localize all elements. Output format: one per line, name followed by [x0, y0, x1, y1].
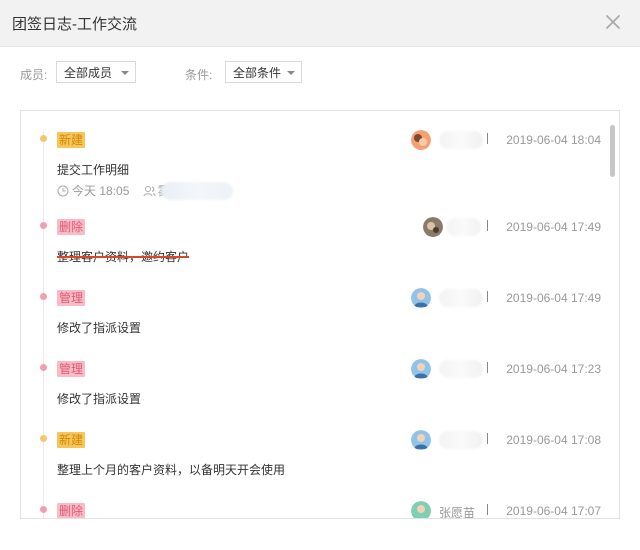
entry-time: 2019-06-04 17:49 — [506, 291, 601, 305]
entry-meta: 今天 18:05 雾 — [57, 182, 170, 199]
blurred-user-name — [439, 289, 483, 307]
timeline-dot — [40, 293, 47, 300]
blurred-user-name — [439, 431, 483, 449]
tag-delete: 删除 — [57, 219, 86, 235]
log-entry: 管理 2019-06-04 17:49 修改了指派设置 — [21, 284, 619, 356]
separator — [487, 220, 488, 231]
separator — [487, 433, 488, 444]
log-entry: 删除 张愿苗 2019-06-04 17:07 — [21, 497, 619, 519]
people-icon — [143, 186, 156, 197]
clock-icon — [57, 185, 69, 197]
team-log-dialog: 团签日志-工作交流 成员: 全部成员 条件: 全部条件 新建 2019-06-0… — [0, 0, 640, 550]
entry-description: 整理客户资料，邀约客户 — [57, 250, 190, 264]
condition-filter-select[interactable]: 全部条件 — [225, 61, 302, 83]
scrollbar-thumb[interactable] — [610, 125, 615, 177]
log-entry: 新建 2019-06-04 17:08 整理上个月的客户资料，以备明天开会使用 — [21, 426, 619, 498]
log-entry: 管理 2019-06-04 17:23 修改了指派设置 — [21, 355, 619, 427]
user-name: 张愿苗 — [439, 506, 476, 519]
entry-time: 2019-06-04 17:23 — [506, 362, 601, 376]
timeline-dot — [40, 222, 47, 229]
avatar — [411, 501, 431, 518]
avatar — [423, 217, 443, 237]
entry-description: 修改了指派设置 — [57, 392, 142, 406]
timeline-dot — [40, 435, 47, 442]
entry-time: 2019-06-04 18:04 — [506, 133, 601, 147]
tag-new: 新建 — [57, 432, 86, 448]
avatar — [411, 359, 431, 379]
entry-description: 整理上个月的客户资料，以备明天开会使用 — [57, 463, 286, 477]
entry-time: 2019-06-04 17:08 — [506, 433, 601, 447]
separator — [487, 291, 488, 302]
tag-manage: 管理 — [57, 361, 86, 377]
avatar — [411, 130, 431, 150]
log-entry: 删除 2019-06-04 17:49 整理客户资料，邀约客户 — [21, 213, 619, 285]
tag-delete: 删除 — [57, 503, 86, 518]
chevron-down-icon — [287, 71, 295, 75]
separator — [487, 362, 488, 373]
log-list-panel[interactable]: 新建 2019-06-04 18:04 提交工作明细 今天 18:05 删除 2… — [20, 110, 620, 519]
timeline-dot — [40, 364, 47, 371]
timeline-dot — [40, 135, 47, 142]
entry-time: 2019-06-04 17:49 — [506, 220, 601, 234]
blurred-user-name — [439, 131, 483, 149]
entry-description: 提交工作明细 — [57, 163, 130, 177]
condition-filter-label: 条件: — [185, 68, 213, 82]
tag-new: 新建 — [57, 132, 86, 148]
log-entry: 新建 2019-06-04 18:04 提交工作明细 今天 18:05 — [21, 126, 619, 200]
timeline-dot — [40, 506, 47, 513]
entry-meta-time: 今天 18:05 — [72, 184, 130, 198]
member-filter-label: 成员: — [20, 68, 48, 82]
entry-time: 2019-06-04 17:07 — [506, 504, 601, 518]
condition-filter-value: 全部条件 — [233, 66, 282, 80]
chevron-down-icon — [121, 71, 129, 75]
dialog-title: 团签日志-工作交流 — [12, 16, 137, 33]
avatar — [411, 430, 431, 450]
blurred-user-name — [447, 218, 481, 236]
tag-manage: 管理 — [57, 290, 86, 306]
close-icon[interactable] — [602, 11, 624, 33]
dialog-header: 团签日志-工作交流 — [0, 0, 640, 47]
avatar — [411, 288, 431, 308]
separator — [487, 504, 488, 515]
separator — [487, 133, 488, 144]
blurred-participant-names — [161, 182, 233, 200]
entry-description: 修改了指派设置 — [57, 321, 142, 335]
member-filter-value: 全部成员 — [64, 66, 113, 80]
member-filter-select[interactable]: 全部成员 — [56, 61, 136, 83]
blurred-user-name — [439, 360, 483, 378]
